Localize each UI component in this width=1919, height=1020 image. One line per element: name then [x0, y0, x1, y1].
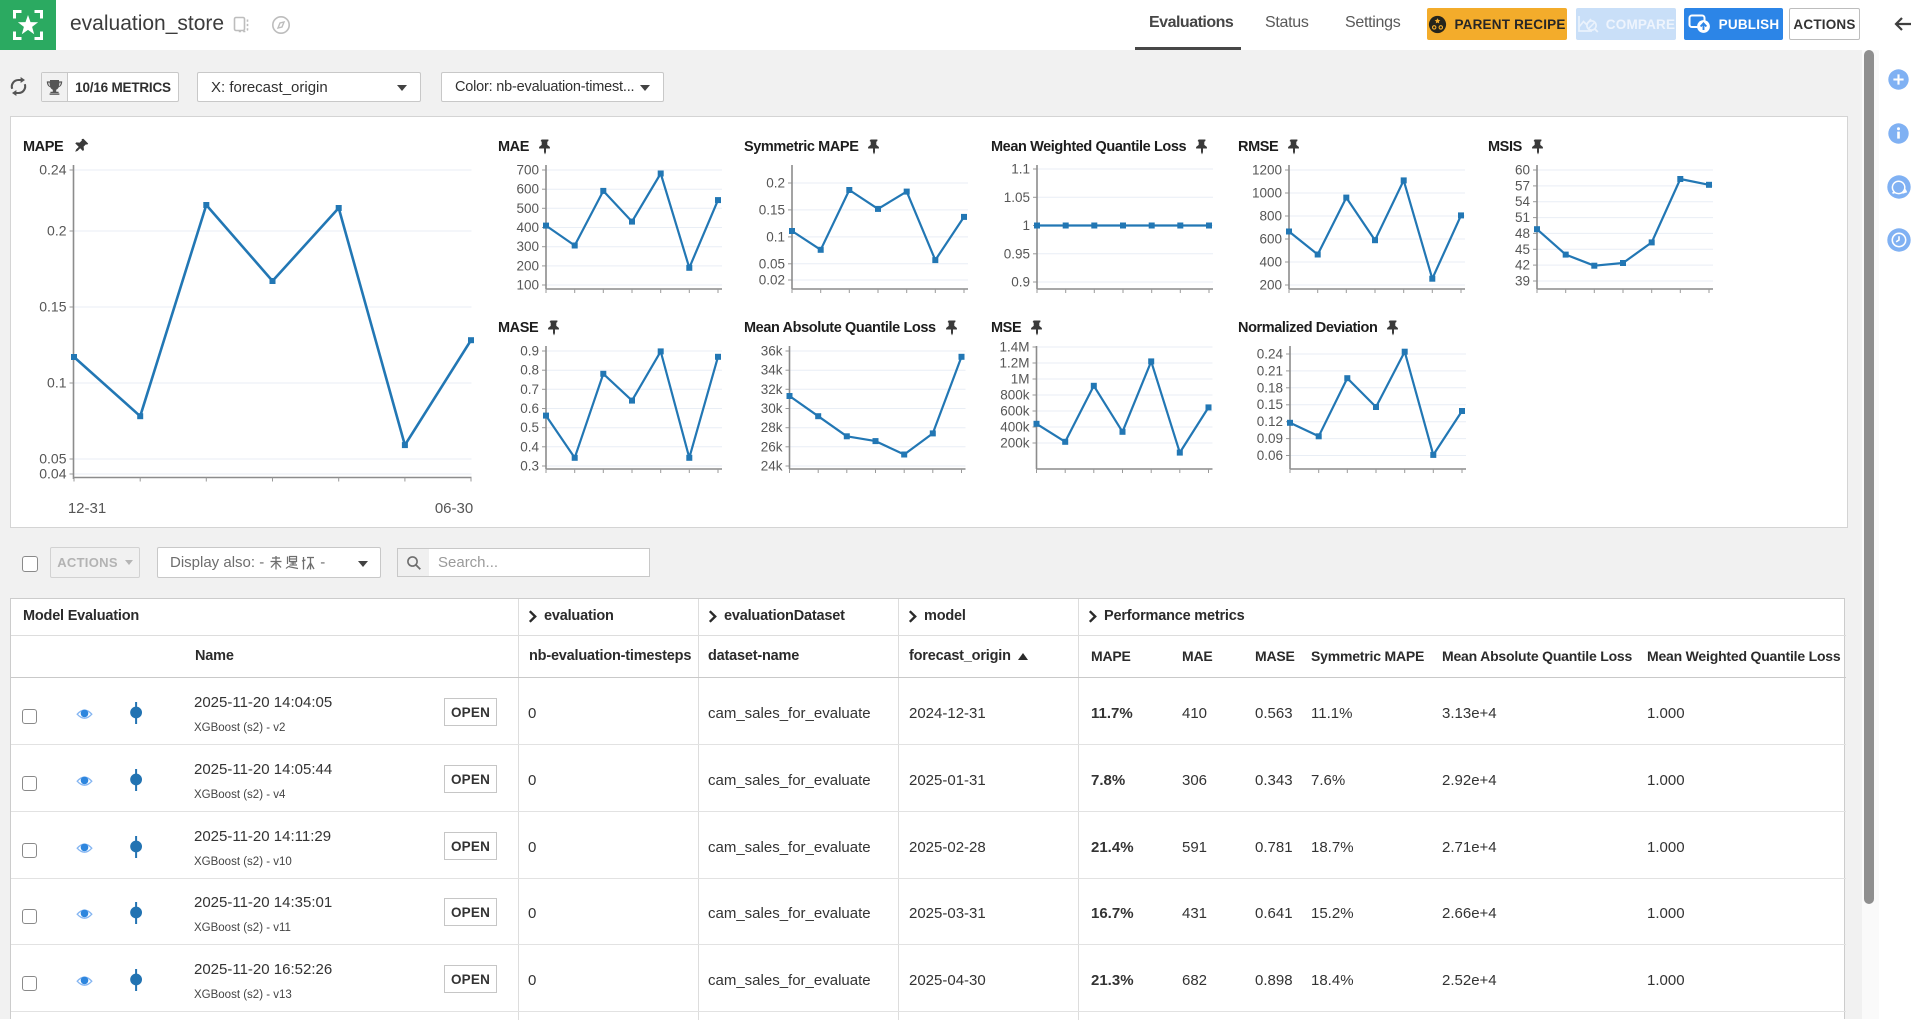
svg-text:300: 300	[516, 239, 539, 254]
svg-text:0.8: 0.8	[520, 363, 539, 378]
svg-text:200: 200	[1259, 278, 1282, 293]
svg-text:600: 600	[516, 182, 539, 197]
svg-text:34k: 34k	[761, 363, 783, 378]
svg-text:0.15: 0.15	[39, 299, 66, 315]
svg-text:1.1: 1.1	[1011, 162, 1030, 177]
svg-text:800k: 800k	[1000, 388, 1030, 403]
svg-text:0.24: 0.24	[39, 162, 66, 178]
svg-text:400: 400	[516, 220, 539, 235]
svg-text:42: 42	[1515, 258, 1530, 273]
svg-text:100: 100	[516, 278, 539, 293]
svg-text:0.02: 0.02	[759, 273, 785, 288]
svg-text:0.9: 0.9	[520, 344, 539, 359]
svg-text:26k: 26k	[761, 439, 783, 454]
svg-text:0.2: 0.2	[47, 223, 67, 239]
svg-text:1.2M: 1.2M	[999, 356, 1029, 371]
svg-text:24k: 24k	[761, 459, 783, 474]
svg-text:0.24: 0.24	[1257, 347, 1284, 362]
svg-text:54: 54	[1515, 194, 1531, 209]
svg-text:1.05: 1.05	[1004, 190, 1030, 205]
svg-text:0.09: 0.09	[1257, 431, 1283, 446]
svg-text:0.05: 0.05	[759, 256, 785, 271]
svg-text:500: 500	[516, 201, 539, 216]
svg-text:0.15: 0.15	[759, 202, 785, 217]
svg-text:1200: 1200	[1252, 163, 1282, 178]
svg-text:0.1: 0.1	[47, 375, 67, 391]
svg-text:39: 39	[1515, 274, 1530, 289]
svg-text:200k: 200k	[1000, 436, 1030, 451]
svg-text:12-31: 12-31	[68, 500, 106, 517]
svg-text:0.04: 0.04	[39, 466, 66, 482]
svg-text:57: 57	[1515, 178, 1530, 193]
svg-text:0.6: 0.6	[520, 401, 539, 416]
svg-text:0.7: 0.7	[520, 382, 539, 397]
svg-text:0.1: 0.1	[766, 229, 785, 244]
svg-text:51: 51	[1515, 210, 1530, 225]
svg-text:0.21: 0.21	[1257, 363, 1283, 378]
svg-text:0.4: 0.4	[520, 439, 539, 454]
svg-text:1: 1	[1022, 218, 1030, 233]
svg-text:0.06: 0.06	[1257, 448, 1283, 463]
svg-text:400: 400	[1259, 255, 1282, 270]
svg-text:36k: 36k	[761, 344, 783, 359]
svg-text:1M: 1M	[1011, 372, 1030, 387]
svg-text:32k: 32k	[761, 382, 783, 397]
svg-text:1000: 1000	[1252, 186, 1282, 201]
svg-text:0.12: 0.12	[1257, 414, 1283, 429]
svg-text:30k: 30k	[761, 401, 783, 416]
svg-text:45: 45	[1515, 242, 1530, 257]
svg-text:0.2: 0.2	[766, 176, 785, 191]
svg-text:0.9: 0.9	[1011, 275, 1030, 290]
svg-text:06-30: 06-30	[435, 500, 473, 517]
svg-text:400k: 400k	[1000, 420, 1030, 435]
svg-text:0.18: 0.18	[1257, 380, 1283, 395]
svg-text:0.5: 0.5	[520, 420, 539, 435]
svg-text:0.3: 0.3	[520, 459, 539, 474]
svg-text:48: 48	[1515, 226, 1530, 241]
svg-text:0.15: 0.15	[1257, 397, 1283, 412]
svg-text:800: 800	[1259, 209, 1282, 224]
svg-text:0.05: 0.05	[39, 451, 66, 467]
svg-text:200: 200	[516, 258, 539, 273]
svg-text:600k: 600k	[1000, 404, 1030, 419]
svg-text:1.4M: 1.4M	[999, 340, 1029, 355]
svg-text:600: 600	[1259, 232, 1282, 247]
svg-text:700: 700	[516, 163, 539, 178]
svg-text:28k: 28k	[761, 420, 783, 435]
svg-text:60: 60	[1515, 163, 1530, 178]
svg-text:0.95: 0.95	[1004, 246, 1030, 261]
